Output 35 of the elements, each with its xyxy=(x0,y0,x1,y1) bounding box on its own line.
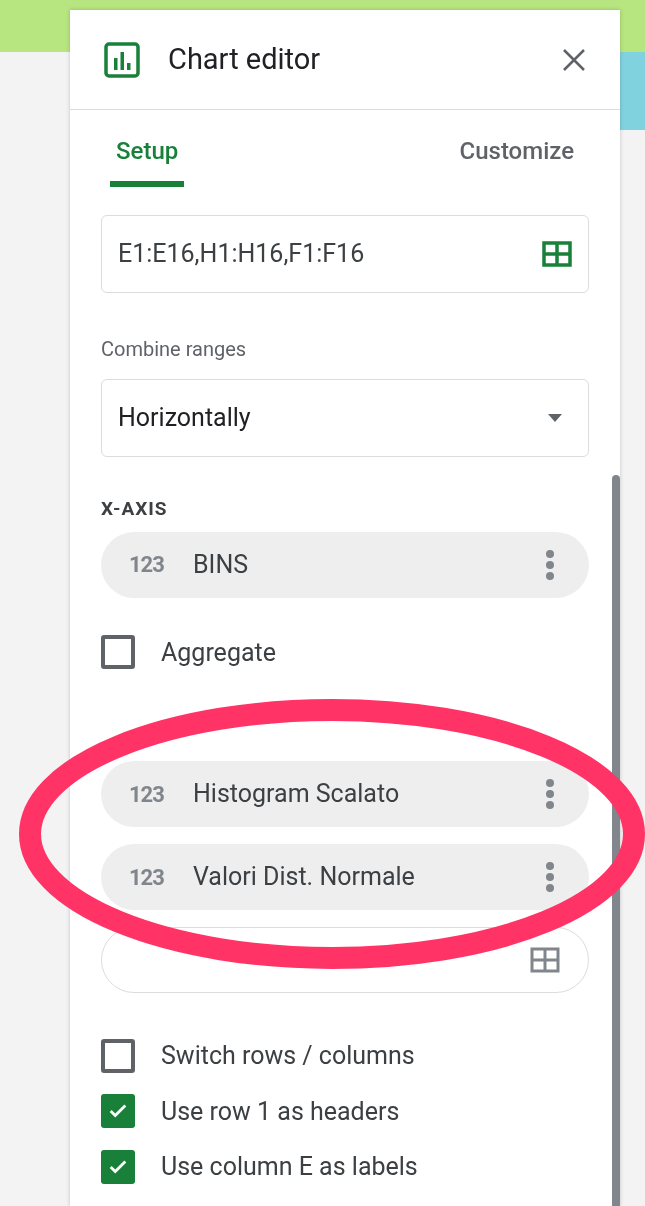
grid-icon[interactable] xyxy=(542,241,572,267)
field-value: E1:E16,H1:H16,F1:F16 xyxy=(118,238,366,271)
checkbox-label: Use row 1 as headers xyxy=(161,1095,400,1128)
tab[interactable]: Customize xyxy=(453,133,580,187)
grid-icon xyxy=(530,947,560,973)
section-heading: X-AXIS xyxy=(101,496,169,522)
chart-icon xyxy=(104,41,140,78)
number-type-label: 123 xyxy=(129,551,165,579)
checkbox[interactable] xyxy=(101,1149,135,1184)
tab[interactable]: Setup xyxy=(110,133,185,187)
more-options-icon[interactable] xyxy=(545,549,555,580)
checkbox[interactable] xyxy=(101,1094,135,1129)
field-name: Valori Dist. Normale xyxy=(193,861,416,894)
data-range-field[interactable]: E1:E16,H1:H16,F1:F16 xyxy=(101,215,589,293)
caret-icon xyxy=(548,414,562,422)
dropdown-value: Horizontally xyxy=(118,402,252,435)
field-chip[interactable]: 123 BINS xyxy=(101,531,589,598)
checkbox[interactable] xyxy=(101,635,135,670)
close-icon[interactable] xyxy=(562,47,586,72)
checkbox-label: Aggregate xyxy=(161,636,276,669)
field-chip[interactable]: 123 Valori Dist. Normale xyxy=(101,844,589,910)
number-type-label: 123 xyxy=(129,863,165,892)
field-name: BINS xyxy=(193,548,250,581)
checkbox-label: Switch rows / columns xyxy=(161,1040,415,1072)
checkbox[interactable] xyxy=(101,1038,135,1073)
checkbox-label: Use column E as labels xyxy=(161,1151,418,1183)
dropdown[interactable]: Horizontally xyxy=(101,379,589,457)
scrollbar[interactable] xyxy=(612,475,620,1206)
more-options-icon[interactable] xyxy=(545,862,555,892)
field-label: Combine ranges xyxy=(101,336,248,363)
number-type-label: 123 xyxy=(129,780,165,809)
field-name: Histogram Scalato xyxy=(193,778,401,811)
panel-title: Chart editor xyxy=(168,40,322,78)
more-options-icon[interactable] xyxy=(545,779,555,809)
field-chip[interactable]: 123 Histogram Scalato xyxy=(101,761,589,827)
